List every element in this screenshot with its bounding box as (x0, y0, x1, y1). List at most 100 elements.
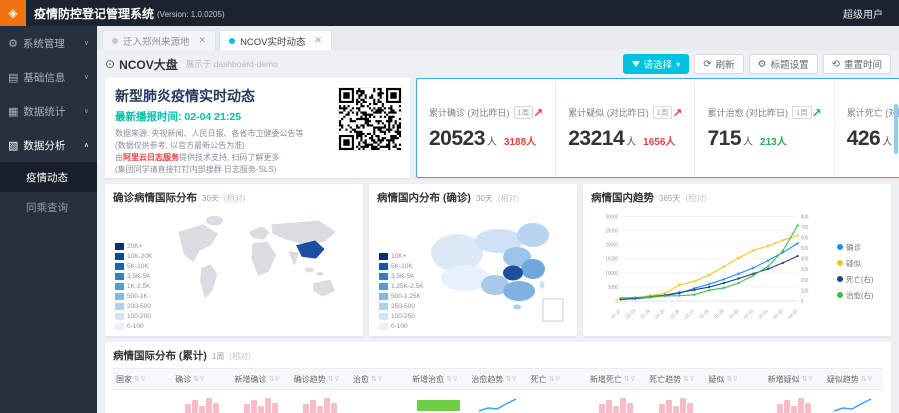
filter-icon[interactable]: ∇ (631, 376, 635, 383)
trend-line-chart[interactable]: 0 5000 10000 15000 20000 25000 30000 0 100 200 300… (591, 209, 837, 333)
table-column-header[interactable]: 新增死亡 ⇅ ∇ (587, 374, 646, 385)
sort-icon[interactable]: ⇅ (549, 375, 555, 383)
filter-icon[interactable]: ∇ (808, 376, 812, 383)
filter-icon[interactable]: ∇ (378, 376, 382, 383)
table-column-header[interactable]: 死亡 ⇅ ∇ (528, 374, 587, 385)
filter-icon[interactable]: ∇ (200, 376, 204, 383)
filter-icon[interactable]: ∇ (141, 376, 145, 383)
table-column-header[interactable]: 治愈 ⇅ ∇ (350, 374, 409, 385)
china-distribution-panel: 病情国内分布 (确诊) 30天 (相对) 10K+ 5K-10K 2.5K-5K 1.… (369, 184, 577, 336)
sort-icon[interactable]: ⇅ (193, 375, 199, 383)
legend-label: 1K-2.5K (127, 282, 151, 290)
qr-code (338, 87, 402, 151)
sidebar-subitem-epidemic-dynamics[interactable]: 疫情动态 (0, 162, 97, 192)
sidebar-item-label: 数据统计 (23, 105, 66, 118)
filter-icon[interactable]: ∇ (512, 376, 516, 383)
legend-swatch (115, 282, 124, 290)
panel-range: 30天 (475, 194, 493, 203)
sparkline-bar (417, 399, 461, 411)
trend-up-icon: ↗ (672, 105, 683, 120)
table-column-header[interactable]: 确诊趋势 ⇅ ∇ (291, 374, 350, 385)
chevron-down-icon: ∨ (83, 108, 89, 115)
sort-icon[interactable]: ⇅ (683, 375, 689, 383)
table-column-header[interactable]: 疑似 ⇅ ∇ (705, 374, 764, 385)
sort-icon[interactable]: ⇅ (624, 375, 630, 383)
legend-item: 1K-2.5K (115, 281, 152, 291)
table-column-header[interactable]: 国家 ⇅ ∇ (113, 374, 172, 385)
sparkline-bars (184, 397, 219, 413)
filter-icon[interactable]: ∇ (556, 376, 560, 383)
trend-legend-item[interactable]: 确诊 (837, 242, 883, 253)
stat-unit: 人 (882, 136, 893, 148)
trend-legend-item[interactable]: 治愈(右) (837, 290, 883, 301)
trend-legend-item[interactable]: 疑似 (837, 258, 883, 269)
sort-icon[interactable]: ⇅ (446, 375, 452, 383)
title-settings-button[interactable]: ⚙ 标题设置 (748, 54, 818, 74)
sort-icon[interactable]: ⇅ (726, 375, 732, 383)
world-map[interactable] (165, 211, 355, 329)
table-column-header[interactable]: 新增疑似 ⇅ ∇ (765, 374, 824, 385)
table-column-header[interactable]: 新增治愈 ⇅ ∇ (409, 374, 468, 385)
data-source-text: 数据来源: 央视新闻、人民日报、各省市卫健委公告等 (数据仅供参考, 以官方最新… (115, 128, 340, 176)
stat-range-badge: 1周 (791, 106, 812, 119)
close-icon[interactable]: ✕ (199, 35, 207, 46)
table-mode: (相对) (229, 352, 251, 361)
legend-swatch (115, 312, 124, 320)
reset-time-button[interactable]: ⟲ 重置时间 (822, 54, 891, 74)
sort-icon[interactable]: ⇅ (505, 375, 511, 383)
table-cell (291, 390, 350, 413)
user-menu[interactable]: 超级用户 (843, 6, 883, 21)
table-row[interactable] (113, 390, 883, 413)
column-label: 新增死亡 (589, 374, 622, 384)
sidebar-item-system[interactable]: ⚙ 系统管理 ∨ (0, 26, 97, 60)
title-settings-label: 标题设置 (770, 60, 809, 71)
close-icon[interactable]: ✕ (315, 35, 323, 46)
stat-label: 累计确诊 (对比昨日) (429, 108, 510, 118)
filter-icon[interactable]: ∇ (335, 376, 339, 383)
sidebar-item-statistics[interactable]: ▦ 数据统计 ∨ (0, 94, 97, 128)
sidebar-item-analysis[interactable]: ▧ 数据分析 ∧ (0, 128, 97, 162)
svg-text:01-28: 01-28 (699, 308, 710, 320)
gear-icon: ⚙ (757, 58, 767, 70)
sort-icon[interactable]: ⇅ (861, 375, 867, 383)
svg-text:01-23: 01-23 (625, 308, 636, 320)
legend-label: 2.5K-5K (391, 272, 415, 280)
refresh-button[interactable]: ⟳ 刷新 (694, 54, 744, 74)
chevron-down-icon: ▾ (676, 59, 681, 69)
filter-icon[interactable]: ∇ (733, 376, 737, 383)
table-column-header[interactable]: 新增确诊 ⇅ ∇ (231, 374, 290, 385)
table-column-header[interactable]: 确诊 ⇅ ∇ (172, 374, 231, 385)
legend-swatch (115, 322, 124, 330)
table-column-header[interactable]: 疑似趋势 ⇅ ∇ (824, 374, 883, 385)
stat-delta: 213人 (760, 136, 787, 148)
stat-unit: 人 (486, 136, 497, 148)
vertical-scrollbar[interactable] (894, 104, 898, 154)
trend-legend-item[interactable]: 死亡(右) (837, 274, 883, 285)
legend-label: 100-200 (127, 312, 151, 320)
tab-zhengzhou-origin[interactable]: 迁入郑州来源地 ✕ (102, 30, 217, 50)
sidebar-subitem-cotravel-query[interactable]: 同乘查询 (0, 192, 97, 222)
sort-icon[interactable]: ⇅ (268, 375, 274, 383)
sort-icon[interactable]: ⇅ (802, 375, 808, 383)
board-title: NCOV大盘 (119, 57, 178, 72)
sidebar-item-basicinfo[interactable]: ▤ 基础信息 ∨ (0, 60, 97, 94)
svg-text:300: 300 (801, 267, 809, 273)
sort-icon[interactable]: ⇅ (328, 375, 334, 383)
sort-icon[interactable]: ⇅ (371, 375, 377, 383)
filter-icon[interactable]: ∇ (453, 376, 457, 383)
filter-icon[interactable]: ∇ (868, 376, 872, 383)
legend-item: 10K-20K (115, 251, 152, 261)
sort-icon[interactable]: ⇅ (134, 375, 140, 383)
column-label: 新增治愈 (412, 374, 445, 384)
table-column-header[interactable]: 治愈趋势 ⇅ ∇ (468, 374, 527, 385)
trend-up-icon: ↗ (811, 105, 822, 120)
toolbar-actions: 请选择 ▾ ⟳ 刷新 ⚙ 标题设置 ⟲ 重置时间 (622, 54, 891, 74)
tab-ncov-realtime[interactable]: NCOV实时动态 ✕ (219, 30, 333, 50)
legend-swatch (379, 302, 388, 310)
table-header-row: 国家 ⇅ ∇ 确诊 ⇅ ∇ 新增确诊 ⇅ ∇ 确诊趋势 ⇅ ∇ 治愈 ⇅ ∇ 新增治愈 ⇅ ∇ 治愈趋势 ⇅ ∇ 死亡 ⇅ ∇… (113, 368, 883, 390)
table-column-header[interactable]: 死亡趋势 ⇅ ∇ (646, 374, 705, 385)
filter-icon[interactable]: ∇ (275, 376, 279, 383)
filter-icon[interactable]: ∇ (690, 376, 694, 383)
china-map[interactable] (429, 211, 569, 329)
filter-select-button[interactable]: 请选择 ▾ (622, 54, 690, 74)
